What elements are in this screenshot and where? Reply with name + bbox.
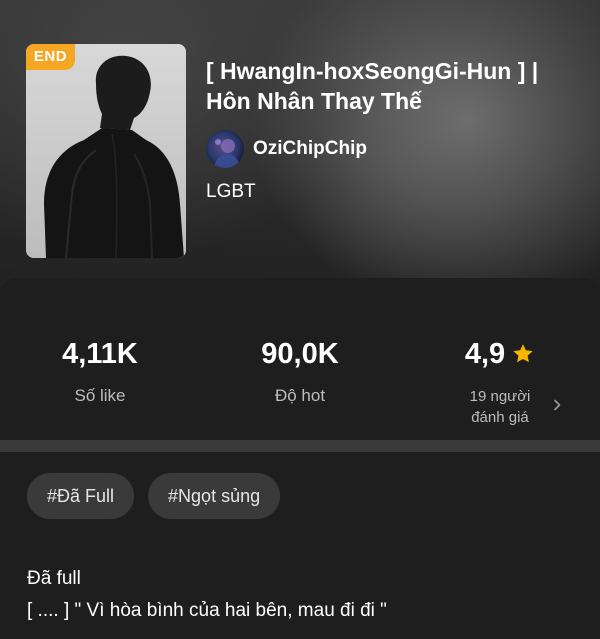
story-description: Đã full [ .... ] " Vì hòa bình của hai b… [27, 563, 577, 627]
end-badge: END [26, 44, 75, 70]
likes-value: 4,11K [62, 338, 138, 370]
tag-ngot-sung[interactable]: #Ngọt sủng [148, 473, 281, 519]
tag-da-full[interactable]: #Đã Full [27, 473, 135, 519]
likes-stat: 4,11K Số like [0, 336, 200, 406]
avatar-image [206, 130, 244, 168]
rating-count-line2: đánh giá [471, 409, 529, 426]
story-cover[interactable]: END [26, 44, 186, 258]
author-avatar[interactable] [206, 130, 244, 168]
rating-value: 4,9 [464, 338, 506, 370]
hot-label: Độ hot [274, 386, 326, 405]
hot-stat: 90,0K Độ hot [200, 336, 400, 406]
rating-stat[interactable]: 4,9 19 người đánh giá [400, 336, 600, 426]
tag-list: #Đã Full #Ngọt sủng [27, 473, 281, 519]
story-title: [ HwangIn-hoxSeongGi-Hun ] | Hôn Nhân Th… [206, 58, 539, 114]
section-divider [0, 440, 600, 452]
rating-row: 4,9 [400, 336, 600, 372]
author-name[interactable]: OziChipChip [253, 138, 367, 160]
hot-value: 90,0K [261, 338, 339, 370]
description-line-2: [ .... ] " Vì hòa bình của hai bên, mau … [27, 600, 387, 621]
rating-count-line1: 19 người [469, 388, 531, 405]
likes-label: Số like [74, 386, 126, 405]
story-header: END [ HwangIn-hoxSeongGi-Hun ] | Hôn Nhâ… [0, 0, 600, 300]
chevron-right-icon[interactable] [550, 398, 564, 412]
stats-row: 4,11K Số like 90,0K Độ hot 4,9 19 người … [0, 278, 600, 440]
star-icon [513, 344, 533, 363]
author-row[interactable]: OziChipChip [206, 130, 367, 168]
rating-count: 19 người đánh giá [455, 386, 545, 428]
description-line-1: Đã full [27, 568, 81, 589]
genre-label[interactable]: LGBT [206, 181, 256, 203]
cover-image [26, 44, 186, 258]
story-details-panel: 4,11K Số like 90,0K Độ hot 4,9 19 người … [0, 278, 600, 639]
